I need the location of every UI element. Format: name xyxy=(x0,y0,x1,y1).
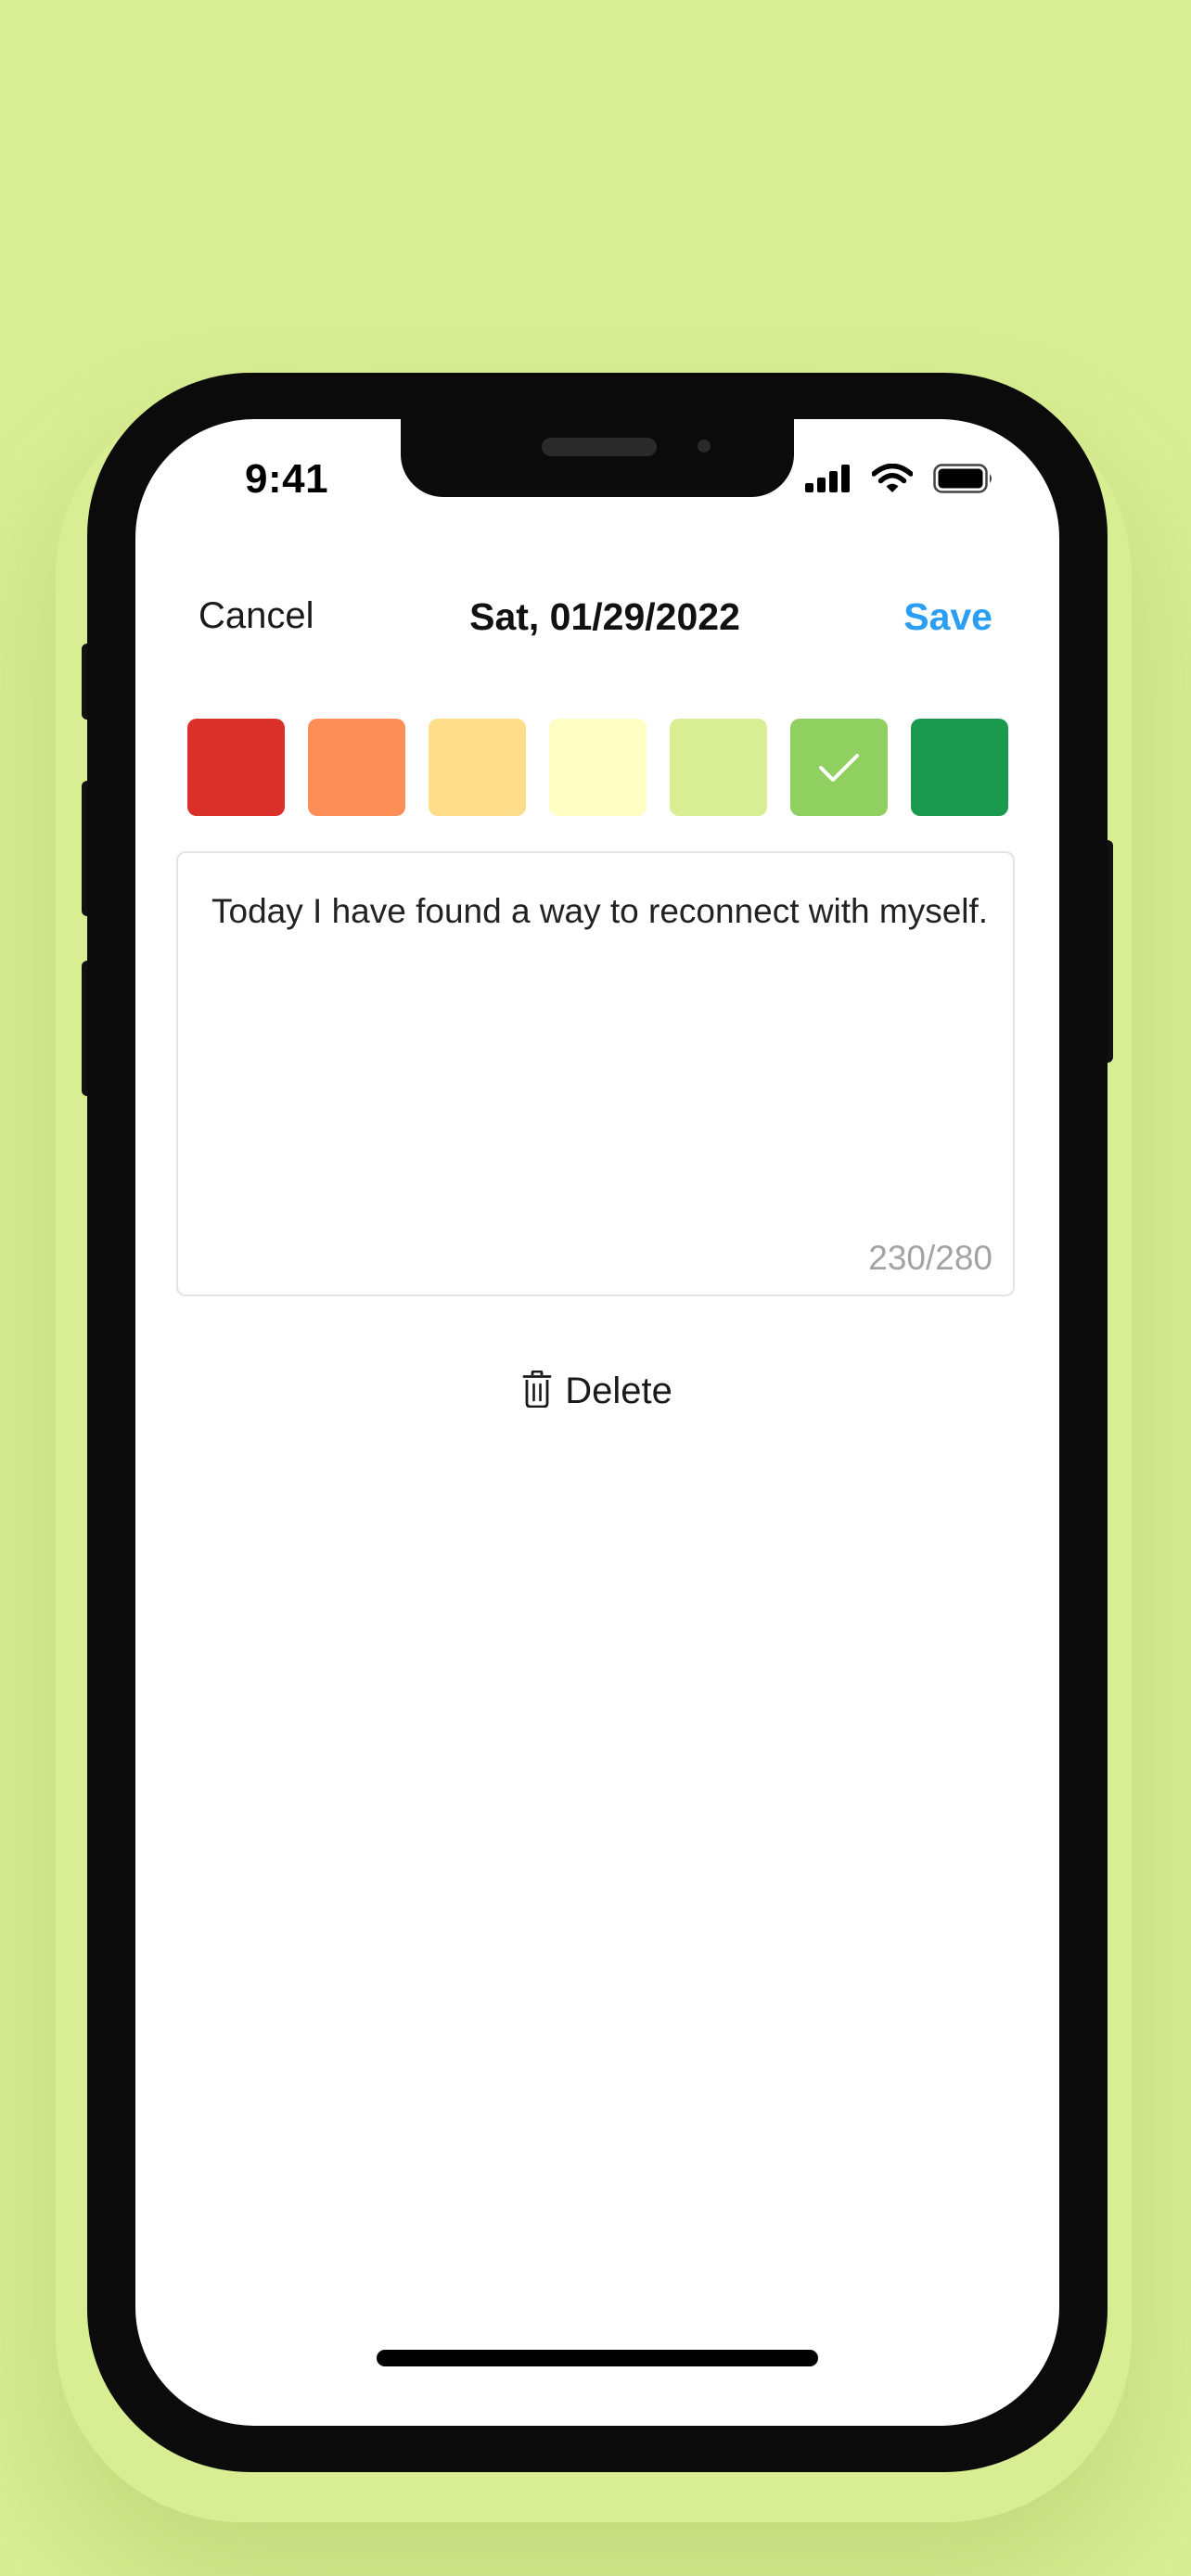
phone-frame: 9:41 Sat, 01/29/2022 Cancel Save Today I… xyxy=(87,373,1108,2472)
trash-icon xyxy=(522,1370,552,1412)
checkmark-icon xyxy=(819,754,859,782)
mood-swatch-4[interactable] xyxy=(549,719,647,816)
app-screen: 9:41 Sat, 01/29/2022 Cancel Save Today I… xyxy=(135,419,1059,2426)
signal-icon xyxy=(805,465,852,497)
home-indicator[interactable] xyxy=(377,2350,818,2366)
mood-swatch-1[interactable] xyxy=(187,719,285,816)
nav-bar: Sat, 01/29/2022 Cancel Save xyxy=(135,595,1059,647)
delete-label: Delete xyxy=(565,1371,672,1411)
mood-swatch-2[interactable] xyxy=(308,719,405,816)
front-camera xyxy=(698,440,711,453)
note-textarea[interactable]: Today I have found a way to reconnect wi… xyxy=(176,851,1015,1296)
mood-swatch-6-selected[interactable] xyxy=(790,719,888,816)
notch xyxy=(401,419,794,497)
speaker-grille xyxy=(542,438,657,456)
character-counter: 230/280 xyxy=(868,1239,992,1277)
mood-swatch-7[interactable] xyxy=(911,719,1008,816)
save-button[interactable]: Save xyxy=(903,595,992,639)
mood-color-picker xyxy=(187,719,1008,816)
mood-swatch-3[interactable] xyxy=(429,719,526,816)
status-time: 9:41 xyxy=(245,456,329,502)
mood-swatch-5[interactable] xyxy=(670,719,767,816)
status-icons xyxy=(805,463,994,498)
cancel-button[interactable]: Cancel xyxy=(198,595,314,637)
note-text: Today I have found a way to reconnect wi… xyxy=(211,892,989,930)
battery-icon xyxy=(933,464,994,498)
delete-button[interactable]: Delete xyxy=(135,1370,1059,1412)
wifi-icon xyxy=(871,463,914,498)
